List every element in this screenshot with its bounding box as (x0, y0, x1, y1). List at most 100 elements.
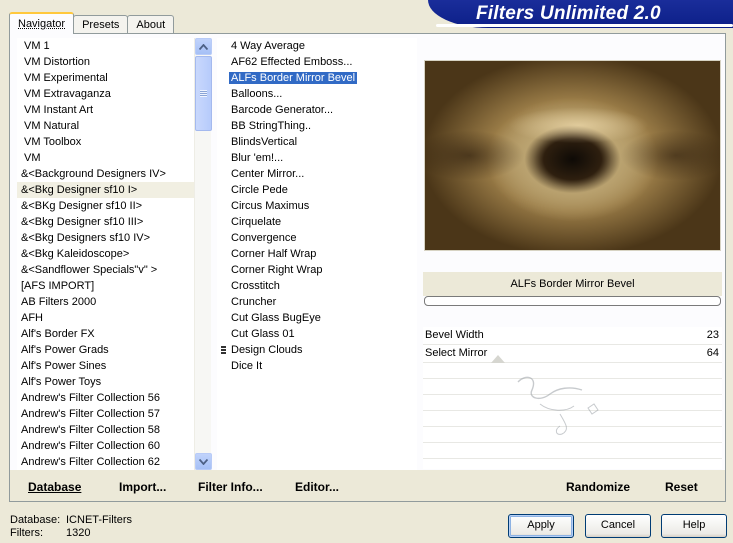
editor-button[interactable]: Editor... (295, 480, 339, 494)
database-button[interactable]: Database (28, 480, 81, 494)
tab-presets[interactable]: Presets (73, 15, 129, 34)
scroll-down-button[interactable] (195, 453, 212, 470)
filter-item[interactable]: ALFs Border Mirror Bevel (217, 70, 417, 86)
category-item[interactable]: &<Bkg Designer sf10 I> (17, 182, 194, 198)
filter-item-label: Cruncher (231, 296, 277, 308)
category-item[interactable]: Andrew's Filter Collection 57 (17, 406, 194, 422)
selected-filter-name: ALFs Border Mirror Bevel (423, 272, 722, 296)
category-item[interactable]: Andrew's Filter Collection 62 (17, 454, 194, 470)
filter-item[interactable]: Circle Pede (217, 182, 417, 198)
param-bevel-width[interactable]: Bevel Width 23 (423, 327, 722, 345)
category-item[interactable]: &<Sandflower Specials"v" > (17, 262, 194, 278)
param-select-mirror[interactable]: Select Mirror 64 (423, 345, 722, 363)
progress-bar (424, 296, 721, 306)
filter-item-label: AF62 Effected Emboss... (231, 56, 353, 68)
category-item[interactable]: &<Bkg Designer sf10 III> (17, 214, 194, 230)
app-title: Filters Unlimited 2.0 (476, 3, 661, 24)
filter-item[interactable]: Circus Maximus (217, 198, 417, 214)
filter-item[interactable]: Barcode Generator... (217, 102, 417, 118)
filter-item-label: Cut Glass 01 (231, 328, 295, 340)
slider-marker-icon (491, 355, 505, 363)
category-item[interactable]: Alf's Power Grads (17, 342, 194, 358)
filter-item-label: Dice It (231, 360, 263, 372)
scroll-thumb[interactable] (195, 56, 212, 131)
filter-list[interactable]: 4 Way Average AF62 Effected Emboss... ALFs… (217, 38, 417, 470)
filter-item[interactable]: Corner Half Wrap (217, 246, 417, 262)
category-item[interactable]: AB Filters 2000 (17, 294, 194, 310)
chevron-up-icon (199, 43, 208, 50)
category-item[interactable]: VM Extravaganza (17, 86, 194, 102)
category-item[interactable]: &<Bkg Designers sf10 IV> (17, 230, 194, 246)
category-item[interactable]: &<Background Designers IV> (17, 166, 194, 182)
category-item[interactable]: VM Instant Art (17, 102, 194, 118)
category-item[interactable]: AFH (17, 310, 194, 326)
param-value: 64 (706, 347, 719, 359)
apply-button[interactable]: Apply (508, 514, 574, 538)
filter-item[interactable]: Cruncher (217, 294, 417, 310)
filter-item[interactable]: Cirquelate (217, 214, 417, 230)
filter-item-label: ALFs Border Mirror Bevel (229, 72, 358, 84)
database-label: Database: (10, 514, 61, 526)
param-label: Bevel Width (425, 329, 484, 341)
category-item[interactable]: &<BKg Designer sf10 II> (17, 198, 194, 214)
category-item[interactable]: Andrew's Filter Collection 58 (17, 422, 194, 438)
filter-item-label: Center Mirror... (231, 168, 305, 180)
filter-item[interactable]: Cut Glass 01 (217, 326, 417, 342)
randomize-button[interactable]: Randomize (566, 480, 630, 494)
tab-about[interactable]: About (127, 15, 175, 34)
filter-item[interactable]: Crosstitch (217, 278, 417, 294)
category-item[interactable]: Alf's Power Sines (17, 358, 194, 374)
category-list[interactable]: VM 1 VM Distortion VM Experimental VM Extra… (17, 38, 194, 470)
category-item[interactable]: VM Toolbox (17, 134, 194, 150)
category-item[interactable]: VM (17, 150, 194, 166)
filter-item[interactable]: Convergence (217, 230, 417, 246)
filter-item-label: Blur 'em!... (231, 152, 284, 164)
filter-item-label: Circus Maximus (231, 200, 310, 212)
filter-item[interactable]: Dice It (217, 358, 417, 374)
category-item[interactable]: Alf's Border FX (17, 326, 194, 342)
category-item[interactable]: Andrew's Filter Collection 60 (17, 438, 194, 454)
filter-item[interactable]: AF62 Effected Emboss... (217, 54, 417, 70)
filters-label: Filters: (10, 527, 43, 539)
category-item[interactable]: Alf's Power Toys (17, 374, 194, 390)
filter-item[interactable]: Center Mirror... (217, 166, 417, 182)
filter-item[interactable]: 4 Way Average (217, 38, 417, 54)
bottom-toolbar: Database Import... Filter Info... Editor… (10, 470, 725, 501)
filter-item-label: Corner Right Wrap (231, 264, 323, 276)
category-item[interactable]: [AFS IMPORT] (17, 278, 194, 294)
category-item[interactable]: VM Distortion (17, 54, 194, 70)
filter-item[interactable]: Blur 'em!... (217, 150, 417, 166)
filter-item[interactable]: Cut Glass BugEye (217, 310, 417, 326)
scroll-up-button[interactable] (195, 38, 212, 55)
filter-item-label: Circle Pede (231, 184, 288, 196)
filter-item[interactable]: Balloons... (217, 86, 417, 102)
import-button[interactable]: Import... (119, 480, 166, 494)
filter-item-label: Cut Glass BugEye (231, 312, 321, 324)
filter-info-button[interactable]: Filter Info... (198, 480, 263, 494)
banner-swoosh (436, 24, 733, 27)
category-item[interactable]: Andrew's Filter Collection 56 (17, 390, 194, 406)
cancel-button[interactable]: Cancel (585, 514, 651, 538)
reset-button[interactable]: Reset (665, 480, 698, 494)
category-item[interactable]: VM Natural (17, 118, 194, 134)
filter-item-label: Corner Half Wrap (231, 248, 317, 260)
grip-icon (200, 90, 207, 97)
filter-item-label: Barcode Generator... (231, 104, 334, 116)
filter-item[interactable]: BlindsVertical (217, 134, 417, 150)
category-item[interactable]: &<Bkg Kaleidoscope> (17, 246, 194, 262)
filter-item[interactable]: Design Clouds (217, 342, 417, 358)
filter-item[interactable]: BB StringThing.. (217, 118, 417, 134)
category-scrollbar[interactable] (194, 38, 212, 470)
filter-item[interactable]: Corner Right Wrap (217, 262, 417, 278)
param-label: Select Mirror (425, 347, 488, 359)
tab-navigator[interactable]: Navigator (9, 12, 75, 34)
help-button[interactable]: Help (661, 514, 727, 538)
filters-count: 1320 (66, 527, 91, 539)
category-item[interactable]: VM 1 (17, 38, 194, 54)
category-item[interactable]: VM Experimental (17, 70, 194, 86)
filter-item-label: Balloons... (231, 88, 283, 100)
param-empty-row (423, 443, 722, 459)
param-value: 23 (706, 329, 719, 341)
database-value: ICNET-Filters (66, 514, 132, 526)
filter-item-label: BB StringThing.. (231, 120, 312, 132)
